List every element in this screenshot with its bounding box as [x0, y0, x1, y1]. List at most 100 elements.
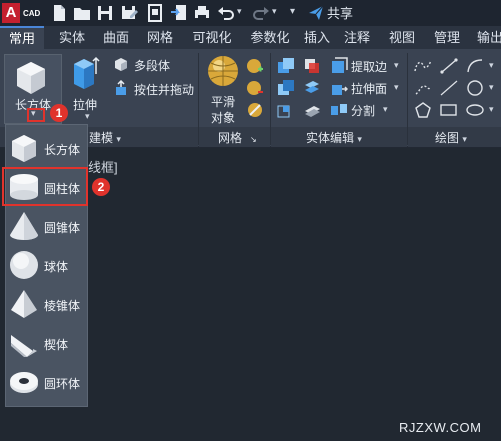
panel-divider [198, 53, 199, 145]
new-file-icon[interactable] [50, 4, 68, 22]
dropdown-item-torus[interactable]: 圆环体 [6, 363, 87, 402]
solid-edit-panel-title[interactable]: 实体编辑 ▾ [306, 129, 362, 146]
separate-icon [331, 104, 347, 115]
line-icon[interactable] [439, 57, 459, 75]
smooth-object-icon [208, 56, 238, 86]
intersect-icon[interactable] [277, 101, 295, 119]
dropdown-item-label: 长方体 [44, 143, 81, 157]
box-solid-icon [12, 135, 36, 162]
circle-dropdown-icon[interactable]: ▾ [489, 82, 494, 93]
callout-badge-1: 1 [50, 104, 68, 122]
send-icon [309, 5, 324, 20]
ribbon-tabs: 常用 实体 曲面 网格 可视化 参数化 插入 注释 视图 管理 输出 [0, 26, 501, 49]
panel-divider [270, 53, 271, 145]
web-mobile-icon[interactable] [146, 4, 164, 22]
union-icon[interactable] [277, 57, 295, 75]
smooth-label-2[interactable]: 对象 [211, 109, 235, 126]
rectangle-icon[interactable] [439, 101, 459, 119]
dropdown-item-label: 圆环体 [44, 377, 81, 391]
save-icon[interactable] [96, 4, 114, 22]
viewport-label[interactable]: 线框] [88, 157, 118, 176]
add-crease-icon[interactable] [246, 79, 264, 97]
box-solid-icon [17, 62, 45, 94]
dropdown-item-label: 圆锥体 [44, 221, 81, 235]
app-logo-text: CAD [23, 8, 41, 18]
subtract-icon[interactable] [277, 79, 295, 97]
ellipse-dropdown-icon[interactable]: ▾ [489, 104, 494, 115]
plot-icon[interactable] [193, 4, 211, 22]
smooth-label-1[interactable]: 平滑 [211, 93, 235, 110]
watermark: RJZXW.COM [399, 420, 482, 435]
share-button[interactable]: 共享 [308, 3, 353, 22]
extrude-face-icon [332, 85, 348, 95]
dropdown-arrow-highlight [27, 108, 45, 122]
separate-dropdown-icon[interactable]: ▾ [383, 104, 388, 115]
spline-icon[interactable] [413, 79, 433, 97]
tab-output[interactable]: 输出 [472, 26, 501, 49]
tab-parametric[interactable]: 参数化 [244, 26, 296, 49]
customize-qat-icon[interactable]: ▾ [290, 6, 295, 17]
modeling-panel-title[interactable]: 建模 ▾ [89, 129, 121, 146]
thicken-icon[interactable] [303, 101, 321, 119]
tab-manage[interactable]: 管理 [430, 26, 464, 49]
dropdown-item-cone[interactable]: 圆锥体 [6, 207, 87, 246]
tab-insert[interactable]: 插入 [300, 26, 334, 49]
extract-edges-icon [332, 57, 348, 73]
panel-divider [407, 53, 408, 145]
ellipse-icon[interactable] [465, 101, 485, 119]
cylinder-highlight [2, 167, 88, 206]
polyline-icon[interactable] [413, 57, 433, 75]
tab-visualize[interactable]: 可视化 [186, 26, 238, 49]
mesh-panel-title[interactable]: 网格 ↘ [218, 129, 257, 146]
tab-solid[interactable]: 实体 [52, 26, 92, 49]
arc-dropdown-icon[interactable]: ▾ [489, 60, 494, 71]
tab-home[interactable]: 常用 [0, 26, 44, 49]
tab-mesh[interactable]: 网格 [140, 26, 180, 49]
open-folder-icon[interactable] [73, 4, 91, 22]
interfere-icon[interactable] [303, 57, 321, 75]
dropdown-item-label: 球体 [44, 260, 69, 274]
dropdown-item-sphere[interactable]: 球体 [6, 246, 87, 285]
polysolid-icon [115, 58, 127, 71]
extrude-icon [74, 56, 100, 89]
presspull-label[interactable]: 按住并拖动 [134, 81, 194, 98]
slice-icon[interactable] [303, 79, 321, 97]
undo-dropdown-icon[interactable]: ▾ [237, 6, 242, 17]
callout-badge-2: 2 [92, 178, 110, 196]
extrude-face-label[interactable]: 拉伸面 [351, 80, 387, 97]
arc-icon[interactable] [465, 57, 485, 75]
app-logo-letter: A [2, 3, 20, 23]
extract-edges-dropdown-icon[interactable]: ▾ [394, 60, 399, 71]
pyramid-icon [11, 290, 37, 318]
quick-access-toolbar: A CAD ▾ ▾ ▾ 共享 [0, 0, 501, 26]
extrude-dropdown-icon[interactable]: ▾ [85, 111, 90, 122]
polysolid-label[interactable]: 多段体 [134, 57, 170, 74]
tab-surface[interactable]: 曲面 [96, 26, 136, 49]
tab-annotate[interactable]: 注释 [340, 26, 374, 49]
import-icon[interactable] [170, 4, 188, 22]
redo-dropdown-icon[interactable]: ▾ [272, 6, 277, 17]
construction-line-icon[interactable] [439, 79, 459, 97]
refine-mesh-icon[interactable] [246, 57, 264, 75]
presspull-icon [116, 80, 126, 95]
undo-icon[interactable] [217, 4, 235, 22]
separate-label[interactable]: 分割 [351, 102, 375, 119]
dropdown-item-box[interactable]: 长方体 [6, 129, 87, 168]
polygon-icon[interactable] [413, 101, 433, 119]
redo-icon[interactable] [252, 4, 270, 22]
tab-view[interactable]: 视图 [385, 26, 419, 49]
extrude-face-dropdown-icon[interactable]: ▾ [394, 82, 399, 93]
circle-icon[interactable] [465, 79, 485, 97]
cone-icon [10, 212, 38, 240]
dropdown-item-pyramid[interactable]: 棱锥体 [6, 285, 87, 324]
mesh-edit-icon[interactable] [246, 101, 264, 119]
wedge-icon [11, 335, 37, 357]
save-as-icon[interactable] [120, 4, 138, 22]
dropdown-item-wedge[interactable]: 楔体 [6, 324, 87, 363]
draw-panel-title[interactable]: 绘图 ▾ [435, 129, 467, 146]
share-label: 共享 [327, 6, 354, 21]
app-logo[interactable]: A CAD [0, 0, 44, 26]
dropdown-item-label: 楔体 [44, 338, 69, 352]
extract-edges-label[interactable]: 提取边 [351, 58, 387, 75]
dropdown-item-label: 棱锥体 [44, 299, 81, 313]
